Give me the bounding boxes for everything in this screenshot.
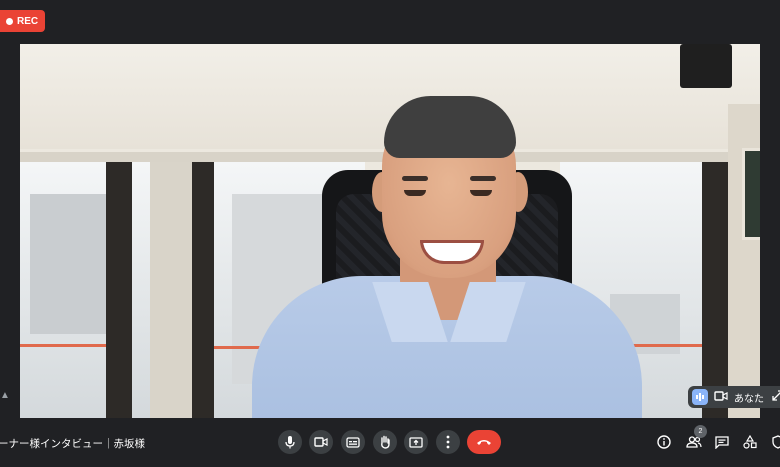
raise-hand-icon	[381, 435, 390, 449]
participant-name-tag: ▲	[0, 390, 10, 401]
participant-count-badge: 2	[694, 425, 707, 438]
more-options-button[interactable]	[436, 430, 460, 454]
wall-speaker	[680, 44, 732, 88]
self-view-tile[interactable]: あなた	[688, 386, 780, 408]
expand-icon[interactable]	[772, 390, 780, 404]
end-call-button[interactable]	[467, 430, 501, 454]
wall-picture	[742, 148, 760, 240]
chat-icon	[715, 435, 729, 449]
host-controls-button[interactable]	[768, 432, 780, 452]
eyebrow-left	[402, 176, 428, 181]
pillar	[106, 162, 132, 418]
raise-hand-button[interactable]	[373, 430, 397, 454]
info-icon	[657, 435, 671, 449]
eye-left	[404, 190, 426, 196]
recording-badge: REC	[0, 10, 46, 32]
audio-level-icon	[692, 389, 708, 405]
meeting-title: ーナー様インタビュー｜赤坂様	[0, 438, 145, 450]
pillar	[702, 162, 728, 418]
chat-button[interactable]	[712, 432, 732, 452]
captions-icon	[346, 436, 360, 448]
self-view-label: あなた	[734, 393, 764, 405]
more-options-icon	[446, 435, 450, 449]
recording-label: REC	[17, 15, 39, 27]
activities-button[interactable]	[740, 432, 760, 452]
camera-icon	[314, 437, 328, 447]
activities-icon	[743, 435, 757, 449]
captions-button[interactable]	[341, 430, 365, 454]
window-frame	[20, 152, 728, 162]
pillar	[192, 162, 214, 418]
mic-button[interactable]	[278, 430, 302, 454]
balcony-rail	[20, 344, 106, 347]
control-bar: ーナー様インタビュー｜赤坂様 2	[0, 420, 780, 467]
eye-right	[470, 190, 492, 196]
camera-button[interactable]	[309, 430, 333, 454]
hair	[384, 96, 516, 158]
info-button[interactable]	[654, 432, 674, 452]
present-screen-icon	[409, 436, 423, 448]
mic-icon	[285, 436, 295, 449]
camera-icon	[714, 390, 728, 404]
end-call-icon	[477, 440, 491, 445]
host-controls-icon	[772, 435, 780, 449]
eyebrow-right	[470, 176, 496, 181]
present-screen-button[interactable]	[404, 430, 428, 454]
record-dot-icon	[6, 17, 13, 25]
participant-video[interactable]	[20, 44, 760, 418]
